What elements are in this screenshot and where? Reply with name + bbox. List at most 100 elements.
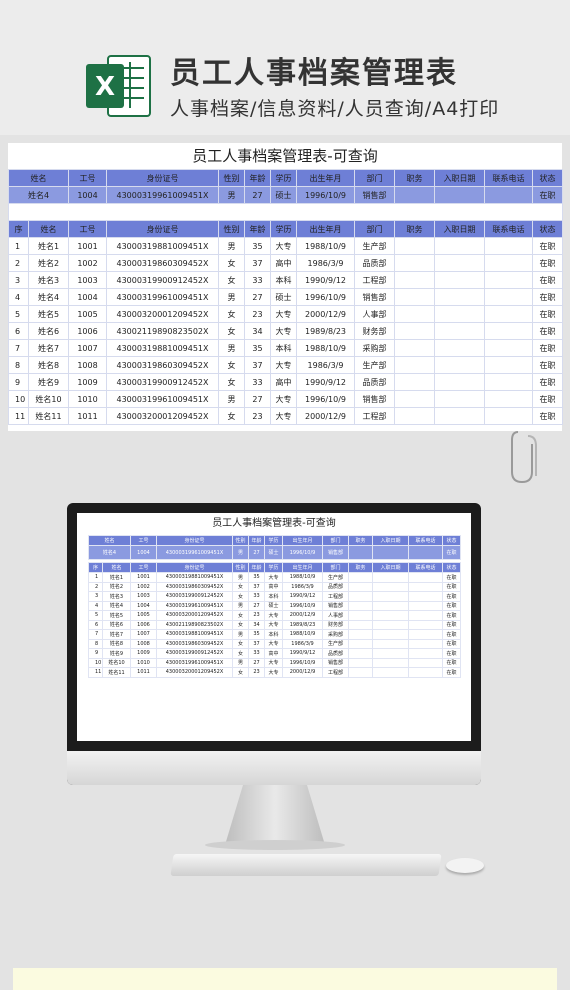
bottom-band bbox=[13, 968, 557, 990]
table-cell: 1990/9/12 bbox=[282, 591, 324, 602]
table-cell: 联系电话 bbox=[408, 535, 444, 546]
table-cell: 43000319881009451X bbox=[106, 237, 219, 255]
table-cell: 身份证号 bbox=[106, 220, 219, 238]
table-cell: 品质部 bbox=[322, 581, 350, 592]
table-cell: 工程部 bbox=[354, 407, 395, 425]
table-cell bbox=[484, 390, 533, 408]
table-cell: 姓名2 bbox=[101, 581, 132, 592]
screen-table-row: 3 姓名3 1003 43000319900912452X 女 33 本科 1990/9/12… bbox=[88, 591, 462, 602]
table-cell bbox=[394, 390, 435, 408]
table-cell: 大专 bbox=[264, 657, 284, 668]
table-cell bbox=[484, 254, 533, 272]
table-cell bbox=[372, 591, 410, 602]
table-cell: 37 bbox=[248, 638, 266, 649]
query-header-row: 姓名 工号 身份证号 性别 年龄 学历 出生年月 部门 职务 入职日期 联系电话 状态 bbox=[8, 169, 563, 187]
table-cell: 1004 bbox=[68, 288, 107, 306]
table-cell: 37 bbox=[244, 254, 271, 272]
table-cell bbox=[394, 339, 435, 357]
table-cell: 高中 bbox=[264, 648, 284, 659]
table-cell: 女 bbox=[218, 254, 245, 272]
table-cell: 女 bbox=[232, 581, 250, 592]
table-cell: 出生年月 bbox=[282, 535, 324, 546]
table-cell: 女 bbox=[232, 667, 250, 678]
table-cell bbox=[434, 322, 485, 340]
table-cell: 序 bbox=[8, 220, 29, 238]
table-cell: 姓名11 bbox=[101, 667, 132, 678]
table-cell: 状态 bbox=[442, 535, 462, 546]
table-cell: 1986/3/9 bbox=[296, 356, 355, 374]
gap-cell bbox=[8, 203, 563, 221]
table-cell bbox=[484, 356, 533, 374]
table-row: 6 姓名6 1006 43002119890823502X 女 34 大专 1989/8/23… bbox=[8, 322, 563, 340]
table-cell: 在职 bbox=[442, 545, 462, 560]
table-cell bbox=[348, 545, 374, 560]
table-cell: 1 bbox=[88, 572, 103, 583]
table-cell: 入职日期 bbox=[434, 220, 485, 238]
table-cell: 姓名4 bbox=[101, 600, 132, 611]
table-cell bbox=[348, 657, 374, 668]
table-cell: 43000319881009451X bbox=[106, 339, 219, 357]
table-cell: 出生年月 bbox=[296, 220, 355, 238]
table-cell: 品质部 bbox=[354, 254, 395, 272]
table-cell bbox=[434, 390, 485, 408]
screen-table-row: 7 姓名7 1007 43000319881009451X 男 35 本科 1988/10/9… bbox=[88, 629, 462, 640]
table-cell: 27 bbox=[244, 186, 271, 204]
table-cell bbox=[394, 322, 435, 340]
table-cell: 男 bbox=[218, 288, 245, 306]
sheet-title: 员工人事档案管理表-可查询 bbox=[192, 147, 378, 165]
table-cell: 在职 bbox=[532, 254, 563, 272]
table-cell: 1996/10/9 bbox=[296, 390, 355, 408]
table-cell: 男 bbox=[232, 572, 250, 583]
page-subtitle: 人事档案/信息资料/人员查询/A4打印 bbox=[170, 98, 500, 120]
table-cell: 女 bbox=[232, 638, 250, 649]
table-cell: 硕士 bbox=[270, 186, 297, 204]
table-cell: 采购部 bbox=[322, 629, 350, 640]
paperclip-icon bbox=[511, 431, 537, 484]
table-row: 4 姓名4 1004 43000319961009451X 男 27 硕士 1996/10/9… bbox=[8, 288, 563, 306]
table-cell: 姓名8 bbox=[28, 356, 69, 374]
table-cell: 1002 bbox=[68, 254, 107, 272]
table-cell: 序 bbox=[88, 562, 103, 573]
table-cell: 10 bbox=[88, 657, 103, 668]
screen-table-row: 2 姓名2 1002 43000319860309452X 女 37 高中 1986/3/9 品… bbox=[88, 581, 462, 592]
table-cell: 1986/3/9 bbox=[282, 638, 324, 649]
table-cell: 姓名7 bbox=[101, 629, 132, 640]
table-cell: 男 bbox=[232, 657, 250, 668]
table-cell: 在职 bbox=[442, 667, 462, 678]
table-cell: 姓名1 bbox=[101, 572, 132, 583]
table-cell: 大专 bbox=[270, 407, 297, 425]
table-cell: 姓名2 bbox=[28, 254, 69, 272]
table-cell: 女 bbox=[218, 271, 245, 289]
table-cell: 1007 bbox=[68, 339, 107, 357]
table-cell bbox=[348, 572, 374, 583]
table-cell: 大专 bbox=[270, 356, 297, 374]
table-cell bbox=[484, 271, 533, 289]
table-cell bbox=[394, 254, 435, 272]
table-row: 7 姓名7 1007 43000319881009451X 男 35 本科 1988/10/9… bbox=[8, 339, 563, 357]
table-cell: 1008 bbox=[130, 638, 158, 649]
table-cell: 部门 bbox=[322, 535, 350, 546]
monitor-screen: 员工人事档案管理表-可查询 姓名 工号 身份证号 性别 年龄 学历 出生年月 部门 职务 入职日期… bbox=[77, 513, 471, 741]
table-cell: 1996/10/9 bbox=[296, 288, 355, 306]
table-cell: 姓名3 bbox=[101, 591, 132, 602]
table-cell: 1002 bbox=[130, 581, 158, 592]
table-cell: 1003 bbox=[130, 591, 158, 602]
table-cell: 男 bbox=[232, 600, 250, 611]
table-cell: 职务 bbox=[348, 562, 374, 573]
table-cell: 1990/9/12 bbox=[296, 373, 355, 391]
table-row: 1 姓名1 1001 43000319881009451X 男 35 大专 1988/10/9… bbox=[8, 237, 563, 255]
table-cell: 姓名5 bbox=[28, 305, 69, 323]
table-cell: 女 bbox=[232, 610, 250, 621]
table-cell: 43000319860309452X bbox=[106, 356, 219, 374]
table-cell: 性别 bbox=[218, 220, 245, 238]
table-cell: 女 bbox=[218, 373, 245, 391]
table-cell: 9 bbox=[88, 648, 103, 659]
table-cell bbox=[372, 657, 410, 668]
table-cell: 大专 bbox=[270, 390, 297, 408]
table-cell: 性别 bbox=[232, 535, 250, 546]
table-cell: 43000319860309452X bbox=[106, 254, 219, 272]
table-cell: 硕士 bbox=[264, 600, 284, 611]
table-cell: 在职 bbox=[532, 237, 563, 255]
table-cell bbox=[372, 572, 410, 583]
table-cell bbox=[408, 657, 444, 668]
